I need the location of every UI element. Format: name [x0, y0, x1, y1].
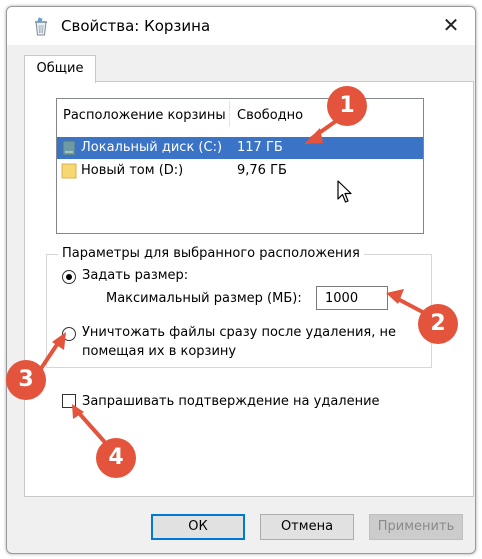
custom-size-radio[interactable] — [62, 270, 76, 284]
annotation-badge-4: 4 — [96, 438, 136, 478]
confirm-delete-label[interactable]: Запрашивать подтверждение на удаление — [82, 394, 380, 409]
max-size-input[interactable] — [316, 286, 388, 310]
annotation-badge-2: 2 — [418, 304, 458, 344]
confirm-delete-checkbox[interactable] — [62, 394, 76, 408]
list-item-free: 9,76 ГБ — [237, 163, 287, 178]
mouse-cursor-icon — [337, 180, 352, 203]
delete-immediately-radio[interactable] — [62, 327, 76, 341]
column-header-location[interactable]: Расположение корзины — [63, 108, 226, 123]
list-item[interactable]: Новый том (D:) 9,76 ГБ — [57, 160, 423, 182]
column-separator[interactable] — [229, 101, 230, 127]
window-title: Свойства: Корзина — [61, 17, 211, 35]
annotation-badge-1: 1 — [327, 86, 367, 126]
cancel-button[interactable]: Отмена — [260, 514, 354, 540]
title-bar: Свойства: Корзина ✕ — [7, 7, 475, 45]
recycle-bin-icon — [35, 17, 47, 36]
ok-button[interactable]: ОК — [151, 514, 245, 540]
annotation-badge-3: 3 — [6, 360, 46, 400]
location-list[interactable]: Расположение корзины Свободно Локальный … — [56, 98, 424, 234]
list-item[interactable]: Локальный диск (C:) 117 ГБ — [57, 137, 423, 159]
column-header-free[interactable]: Свободно — [237, 108, 303, 123]
tab-general[interactable]: Общие — [24, 55, 96, 83]
folder-drive-icon — [61, 163, 77, 179]
list-item-name: Локальный диск (C:) — [81, 140, 223, 155]
apply-button[interactable]: Применить — [369, 514, 463, 540]
list-item-free: 117 ГБ — [237, 140, 283, 155]
drive-icon — [62, 140, 76, 156]
custom-size-label[interactable]: Задать размер: — [82, 268, 188, 283]
list-header: Расположение корзины Свободно — [57, 99, 423, 129]
settings-group-title: Параметры для выбранного расположения — [58, 246, 364, 261]
max-size-label: Максимальный размер (МБ): — [106, 291, 302, 306]
close-button[interactable]: ✕ — [439, 14, 463, 38]
list-item-name: Новый том (D:) — [81, 163, 184, 178]
delete-immediately-label-line2[interactable]: помещая их в корзину — [82, 344, 236, 359]
delete-immediately-label-line1[interactable]: Уничтожать файлы сразу после удаления, н… — [82, 325, 396, 340]
